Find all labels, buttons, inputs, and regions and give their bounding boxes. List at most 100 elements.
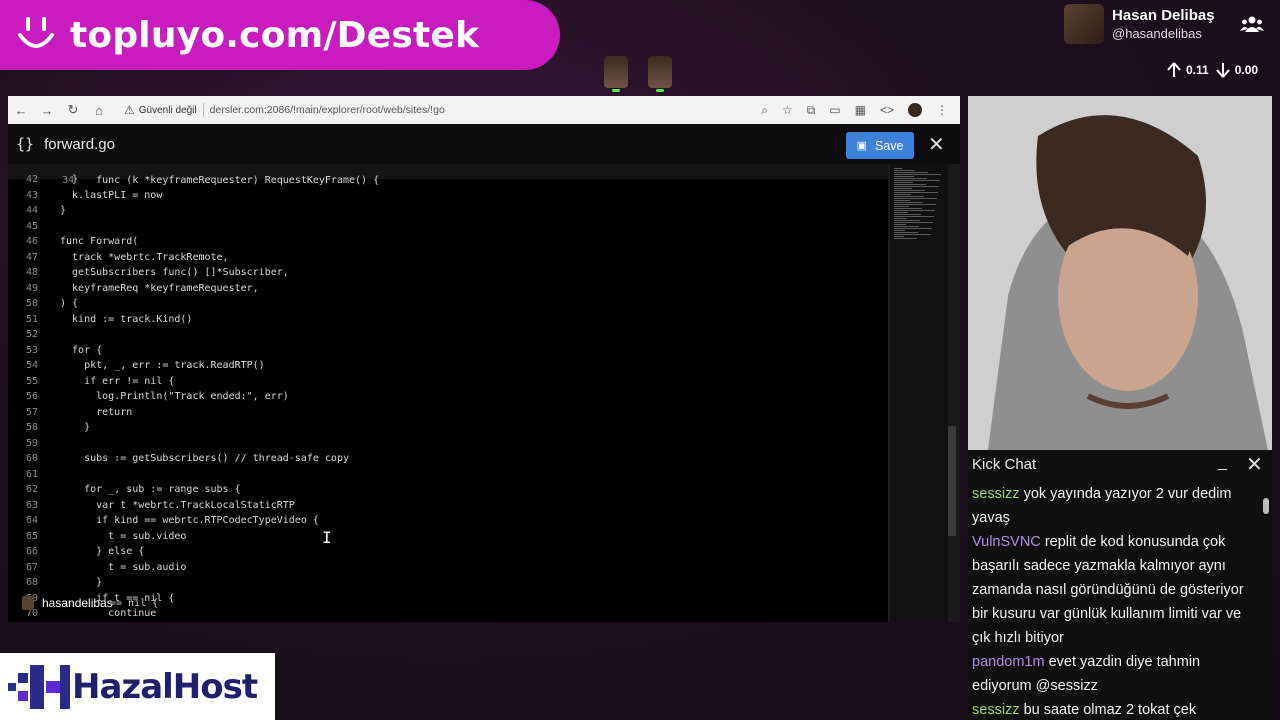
line-number: 42 bbox=[25, 174, 38, 185]
menu-icon[interactable]: ⋮ bbox=[936, 103, 948, 117]
line-code: for _, sub := range subs { bbox=[60, 484, 241, 495]
line-code: var t *webrtc.TrackLocalStaticRTP bbox=[60, 499, 295, 511]
line-number: 53 bbox=[25, 344, 38, 356]
chat-title: Kick Chat bbox=[972, 456, 1037, 473]
line-code: keyframeReq *keyframeRequester, bbox=[60, 282, 259, 294]
braces-icon: {} bbox=[16, 135, 35, 153]
chat-scroll-thumb[interactable] bbox=[1263, 498, 1269, 514]
chat-username[interactable]: sessizz bbox=[972, 486, 1020, 502]
line-code: kind := track.Kind() bbox=[60, 313, 193, 325]
security-warning[interactable]: ⚠ Güvenli değil bbox=[124, 103, 197, 117]
minimap-line bbox=[894, 232, 918, 233]
chat-text: bu saate olmaz 2 tokat çek bbox=[1023, 702, 1197, 718]
code-editor[interactable]: 34 func (k *keyframeRequester) RequestKey… bbox=[8, 164, 888, 622]
minimap-line bbox=[894, 198, 937, 199]
code-line: 58 } bbox=[8, 422, 888, 437]
chat-username[interactable]: pandom1m bbox=[972, 654, 1045, 670]
home-icon[interactable]: ⌂ bbox=[86, 103, 112, 118]
sidebar-icon[interactable]: ▭ bbox=[829, 103, 840, 117]
minimap-line bbox=[894, 234, 931, 235]
code-line: 63 var t *webrtc.TrackLocalStaticRTP bbox=[8, 500, 888, 515]
minimize-icon[interactable]: _ bbox=[1218, 454, 1227, 472]
chat-close-button[interactable]: ✕ bbox=[1246, 452, 1263, 477]
cam-user-label: hasandelibas bbox=[22, 596, 113, 610]
code-line: 70 continue bbox=[8, 608, 888, 622]
chat-message: sessizz yok yayında yazıyor 2 vur dedim … bbox=[972, 482, 1252, 530]
apps-icon[interactable]: ▦ bbox=[855, 103, 866, 117]
line-number: 51 bbox=[25, 313, 38, 325]
line-number: 46 bbox=[25, 236, 38, 247]
minimap-line bbox=[894, 228, 932, 229]
network-stats: 0.11 0.00 bbox=[1166, 62, 1264, 78]
back-icon[interactable]: ← bbox=[8, 103, 34, 118]
viewer-avatar bbox=[648, 56, 672, 92]
line-code: return bbox=[60, 406, 133, 418]
code-line: 60 subs := getSubscribers() // thread-sa… bbox=[8, 453, 888, 468]
code-minimap[interactable] bbox=[890, 164, 952, 622]
line-number: 65 bbox=[25, 530, 38, 542]
minimap-line bbox=[894, 222, 933, 223]
line-code: if kind == webrtc.RTPCodecTypeVideo { bbox=[60, 515, 319, 526]
line-number: 50 bbox=[25, 298, 38, 309]
profile-avatar[interactable] bbox=[908, 103, 922, 117]
save-icon: ▣ bbox=[856, 140, 867, 152]
minimap-line bbox=[894, 168, 902, 169]
minimap-line bbox=[894, 170, 915, 171]
code-line: 51 kind := track.Kind() bbox=[8, 314, 888, 329]
close-editor-button[interactable]: ✕ bbox=[928, 132, 945, 157]
banner-text: topluyo.com/Destek bbox=[70, 14, 480, 56]
line-code: subs := getSubscribers() // thread-safe … bbox=[60, 453, 349, 464]
chat-message: sessizz bu saate olmaz 2 tokat çek bbox=[972, 698, 1252, 720]
chat-messages: sessizz yok yayında yazıyor 2 vur dedim … bbox=[972, 482, 1252, 720]
line-code: func Forward( bbox=[60, 236, 139, 247]
editor-scrollbar[interactable] bbox=[948, 164, 960, 622]
minimap-line bbox=[894, 182, 913, 183]
file-name: forward.go bbox=[44, 135, 115, 153]
minimap-line bbox=[894, 172, 928, 173]
kick-chat: Kick Chat _ ✕ sessizz yok yayında yazıyo… bbox=[968, 450, 1272, 720]
chat-message: VulnSVNC replit de kod konusunda çok baş… bbox=[972, 530, 1252, 650]
chat-username[interactable]: sessizz bbox=[972, 702, 1020, 718]
reload-icon[interactable]: ↻ bbox=[60, 102, 86, 118]
editor-scroll-thumb[interactable] bbox=[948, 426, 956, 536]
line-code: ) { bbox=[60, 298, 79, 309]
hazalhost-mark-icon bbox=[8, 664, 70, 709]
minimap-line bbox=[894, 196, 924, 197]
upload-value: 0.11 bbox=[1186, 63, 1209, 77]
line-number: 45 bbox=[25, 220, 38, 232]
chat-text: replit de kod konusunda çok başarılı sad… bbox=[972, 534, 1244, 646]
line-number: 58 bbox=[25, 422, 38, 433]
address-bar[interactable]: dersler.com:2086/!main/explorer/root/web… bbox=[210, 104, 445, 116]
line-number: 55 bbox=[25, 375, 38, 387]
extensions-icon[interactable]: ⧉ bbox=[807, 103, 816, 118]
line-code: } bbox=[60, 422, 91, 433]
code-line: 61 bbox=[8, 469, 888, 484]
minimap-line bbox=[894, 180, 940, 181]
zoom-icon[interactable]: ⌕ bbox=[761, 103, 768, 118]
faded-code: == nil { bbox=[110, 598, 159, 609]
line-number: 59 bbox=[25, 437, 38, 449]
browser-toolbar: ← → ↻ ⌂ ⚠ Güvenli değil dersler.com:2086… bbox=[8, 96, 960, 124]
topluyo-banner: topluyo.com/Destek bbox=[0, 0, 560, 70]
line-number: 47 bbox=[25, 251, 38, 263]
minimap-line bbox=[894, 200, 910, 201]
smiley-icon bbox=[14, 13, 58, 57]
code-line: 68 } bbox=[8, 577, 888, 592]
forward-icon[interactable]: → bbox=[34, 103, 60, 118]
save-button[interactable]: ▣ Save bbox=[846, 132, 914, 159]
code-line: 52 bbox=[8, 329, 888, 344]
people-icon[interactable] bbox=[1240, 14, 1264, 34]
minimap-line bbox=[894, 230, 905, 231]
minimap-line bbox=[894, 208, 922, 209]
viewer-avatar bbox=[604, 56, 628, 92]
star-icon[interactable]: ☆ bbox=[782, 103, 793, 117]
line-number: 48 bbox=[25, 267, 38, 278]
minimap-line bbox=[894, 188, 912, 189]
chat-username[interactable]: VulnSVNC bbox=[972, 534, 1041, 550]
code-line: 46 func Forward( bbox=[8, 236, 888, 251]
line-code: for { bbox=[60, 344, 103, 356]
code-icon[interactable]: <> bbox=[880, 103, 894, 117]
streamer-name: Hasan Delibaş bbox=[1112, 7, 1215, 24]
code-line: 53 for { bbox=[8, 345, 888, 360]
code-line: 43 k.lastPLI = now bbox=[8, 190, 888, 205]
